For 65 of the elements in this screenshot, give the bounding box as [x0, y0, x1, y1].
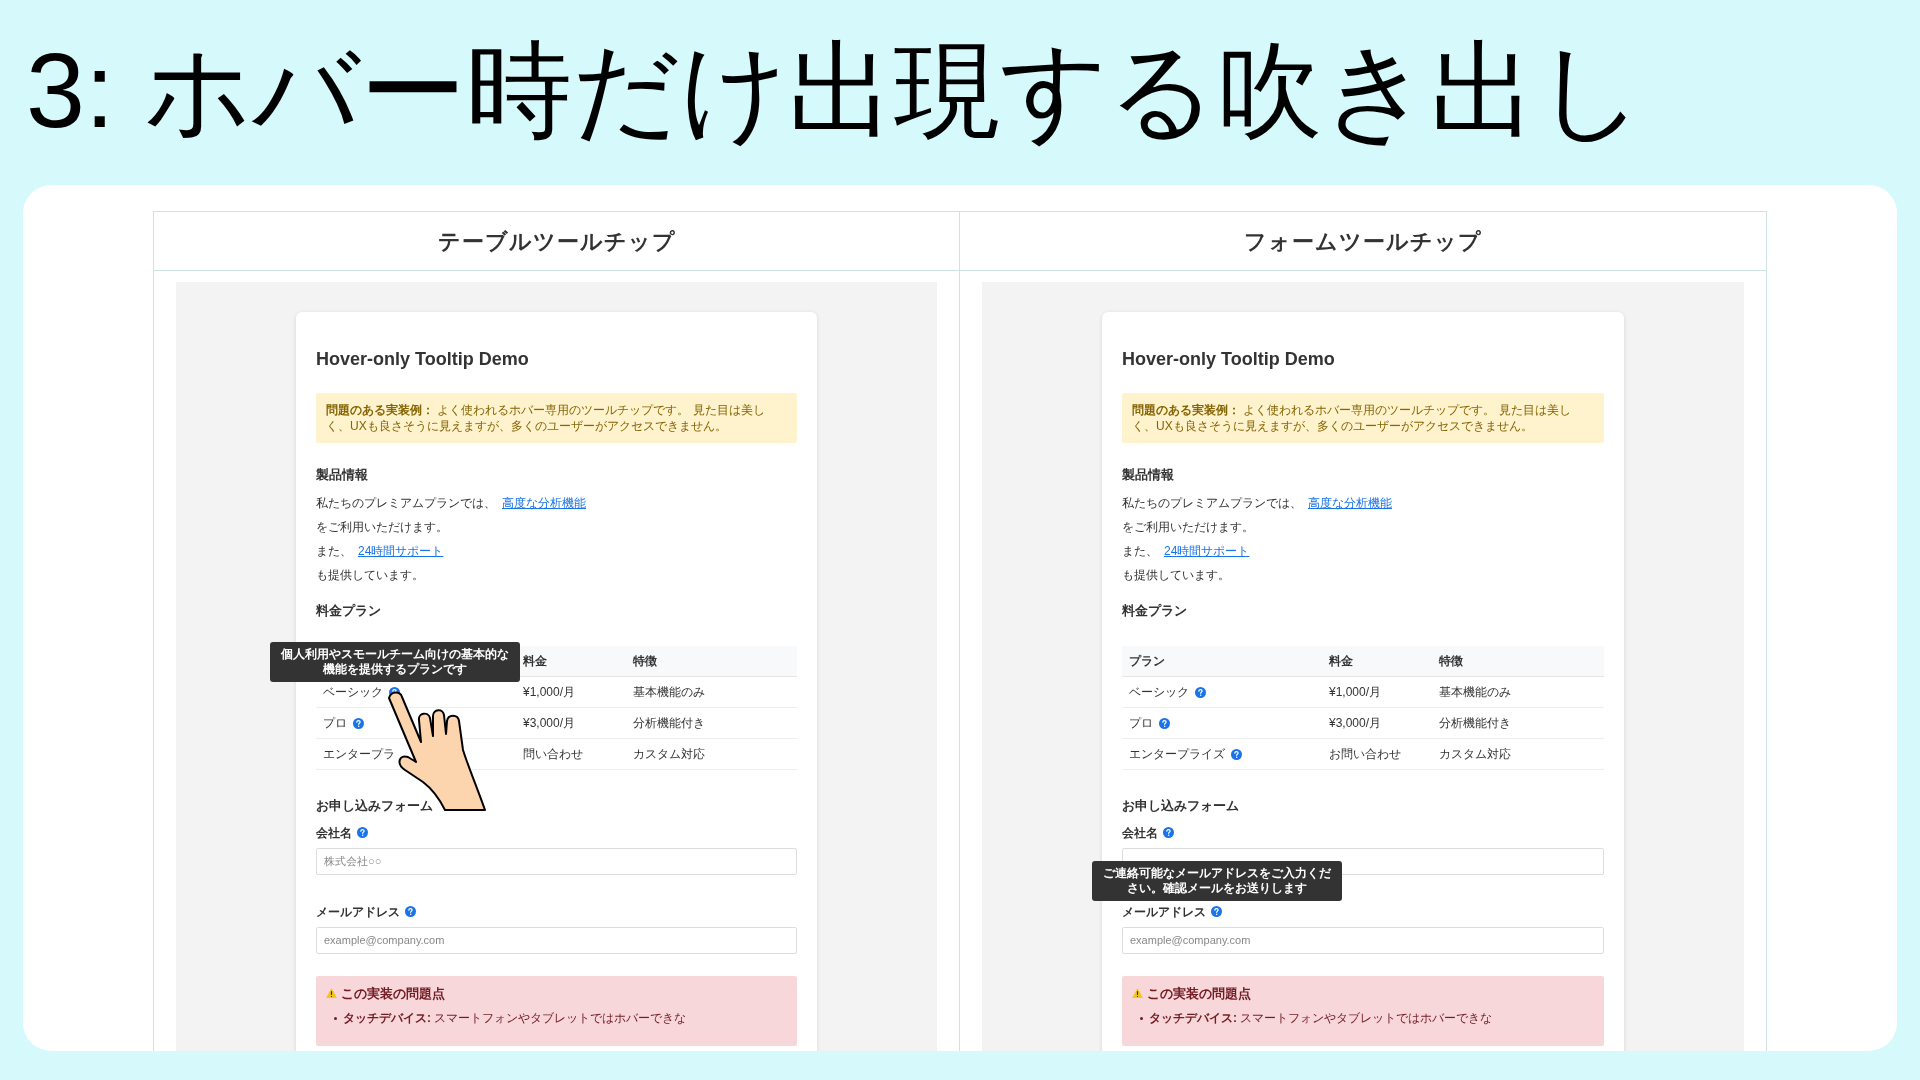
list-item-text: タッチデバイス: スマートフォンやタブレットではホバーできな: [1149, 1011, 1493, 1026]
paragraph-text: も提供しています。: [1122, 566, 1230, 584]
paragraph-text: も提供しています。: [316, 566, 424, 584]
header-cell: 特徴: [1439, 654, 1463, 668]
page-title: Hover-only Tooltip Demo: [1122, 348, 1335, 371]
paragraph-text: をご利用いただけます。: [1122, 518, 1254, 536]
tooltip: ご連絡可能なメールアドレスをご入力ください。確認メールをお送りします: [1091, 861, 1342, 901]
table-cell-text: ベーシック: [1129, 684, 1189, 701]
panel-heading: この実装の問題点: [341, 984, 445, 1003]
table-cell: カスタム対応: [1439, 747, 1511, 761]
table-cell-text: プロ: [323, 715, 347, 732]
table-cell: ¥3,000/月: [1329, 716, 1382, 730]
table-cell: カスタム対応: [633, 747, 705, 761]
section-heading: お申し込みフォーム: [316, 797, 433, 815]
panel-heading: この実装の問題点: [1147, 984, 1251, 1003]
table-cell: 基本機能のみ: [1439, 685, 1511, 699]
paragraph-text: また、: [1122, 542, 1158, 560]
field-label: 会社名: [1122, 824, 1158, 842]
warning-notice: 問題のある実装例： よく使われるホバー専用のツールチップです。 見た目は美しく、UXも良さそうに見えますが、多くのユーザーがアクセスできません。: [316, 393, 797, 443]
section-heading: お申し込みフォーム: [1122, 797, 1239, 815]
paragraph-text: また、: [316, 542, 352, 560]
header-cell: プラン: [1129, 654, 1165, 668]
column-header: フォームツールチップ: [1244, 227, 1482, 256]
header-cell: 料金: [523, 654, 547, 668]
section-heading: 製品情報: [316, 466, 368, 484]
list-item-text: タッチデバイス: スマートフォンやタブレットではホバーできな: [343, 1011, 687, 1026]
paragraph-text: をご利用いただけます。: [316, 518, 448, 536]
text-link[interactable]: 24時間サポート: [1164, 541, 1250, 560]
table-cell: ¥1,000/月: [1329, 685, 1382, 699]
tooltip: 個人利用やスモールチーム向けの基本的な機能を提供するプランです: [269, 641, 520, 682]
table-cell: 基本機能のみ: [633, 685, 705, 699]
text-link[interactable]: 高度な分析機能: [1308, 493, 1392, 512]
table-cell: 分析機能付き: [1439, 716, 1511, 730]
table-cell: 分析機能付き: [633, 716, 705, 730]
table-cell-text: ベーシック: [323, 684, 383, 701]
table-cell: ¥3,000/月: [523, 716, 576, 730]
table-cell-text: プロ: [1129, 715, 1153, 732]
field-label: メールアドレス: [316, 903, 400, 921]
section-heading: 料金プラン: [1122, 601, 1187, 620]
header-cell: 特徴: [633, 654, 657, 668]
paragraph-text: 私たちのプレミアムプランでは、: [1122, 494, 1302, 512]
table-cell-text: エンタープラ: [323, 746, 395, 763]
warning-icon: [326, 988, 337, 999]
input-field[interactable]: example@company.com: [1122, 926, 1604, 954]
column-header: テーブルツールチップ: [437, 227, 676, 256]
header-cell: 料金: [1329, 654, 1353, 668]
section-heading: 料金プラン: [316, 601, 381, 620]
page-title: Hover-only Tooltip Demo: [316, 348, 529, 371]
text-link[interactable]: 高度な分析機能: [502, 493, 586, 512]
section-heading: 製品情報: [1122, 466, 1174, 484]
bullet-icon: [1140, 1017, 1143, 1020]
warning-icon: [1132, 988, 1143, 999]
slide-title: 3: ホバー時だけ出現する吹き出し: [25, 30, 1644, 151]
warning-notice: 問題のある実装例： よく使われるホバー専用のツールチップです。 見た目は美しく、UXも良さそうに見えますが、多くのユーザーがアクセスできません。: [1122, 393, 1604, 443]
table-cell: 問い合わせ: [523, 747, 583, 761]
table-cell: お問い合わせ: [1329, 747, 1401, 761]
paragraph-text: 私たちのプレミアムプランでは、: [316, 494, 496, 512]
table-cell: ¥1,000/月: [523, 685, 576, 699]
input-field[interactable]: example@company.com: [316, 926, 797, 954]
table-cell-text: エンタープライズ: [1129, 746, 1225, 763]
text-link[interactable]: 24時間サポート: [358, 541, 444, 560]
field-label: 会社名: [316, 824, 352, 842]
bullet-icon: [334, 1017, 337, 1020]
field-label: メールアドレス: [1122, 903, 1206, 921]
input-field[interactable]: 株式会社○○: [316, 847, 797, 875]
